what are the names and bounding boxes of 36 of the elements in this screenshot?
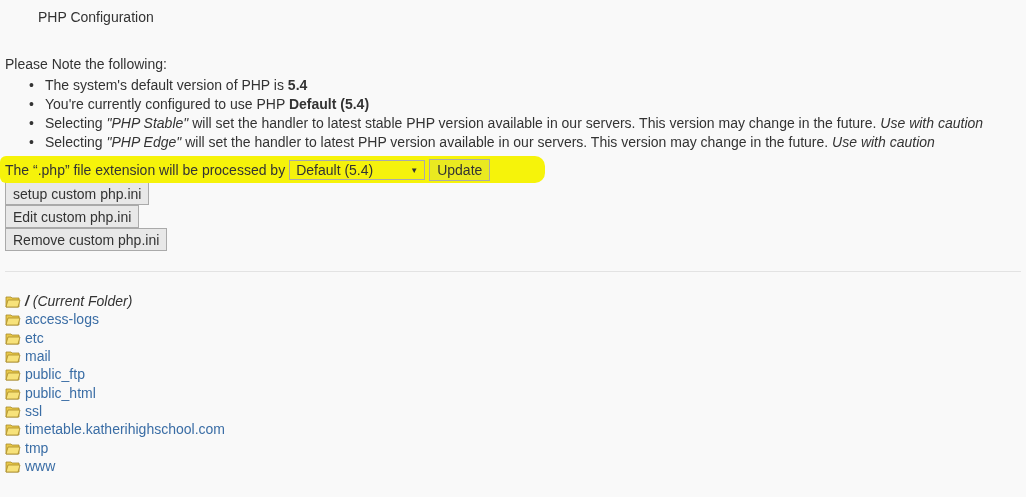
- note-item: The system's default version of PHP is 5.4: [45, 76, 308, 95]
- folder-link[interactable]: timetable.katherihighschool.com: [25, 421, 225, 438]
- note-item: You're currently configured to use PHP Default (5.4): [45, 95, 370, 114]
- bullet-mark: •: [29, 133, 35, 152]
- folder-link[interactable]: public_ftp: [25, 366, 85, 383]
- folder-icon: [5, 385, 21, 400]
- php-ini-button[interactable]: setup custom php.ini: [5, 182, 150, 205]
- folder-icon: [5, 458, 21, 473]
- folder-icon: [5, 367, 21, 382]
- folder-link[interactable]: www: [25, 457, 56, 474]
- folder-icon: [5, 403, 21, 418]
- folder-link[interactable]: etc: [25, 329, 44, 346]
- folder-icon: [5, 294, 21, 309]
- update-button[interactable]: Update: [429, 159, 491, 181]
- bullet-mark: •: [29, 95, 35, 114]
- note-item: Selecting "PHP Stable" will set the handler to latest stable PHP version available in our servers. This version may change in the future. Use with caution: [45, 114, 984, 133]
- note-heading: Please Note the following:: [5, 56, 168, 72]
- php-ini-button[interactable]: Edit custom php.ini: [5, 205, 140, 228]
- folder-link[interactable]: ssl: [25, 402, 43, 419]
- folder-icon: [5, 422, 21, 437]
- folder-link[interactable]: public_html: [25, 384, 96, 401]
- folder-link[interactable]: access-logs: [25, 311, 99, 328]
- folder-icon: [5, 440, 21, 455]
- php-ini-button[interactable]: Remove custom php.ini: [5, 228, 168, 251]
- current-folder-label: / (Current Folder): [25, 293, 133, 310]
- folder-icon: [5, 349, 21, 364]
- folder-icon: [5, 312, 21, 327]
- bullet-mark: •: [29, 76, 35, 95]
- note-item: Selecting "PHP Edge" will set the handler to latest PHP version available in our servers. This version may change in the future. Use with caution: [45, 133, 935, 152]
- folder-link[interactable]: mail: [25, 348, 51, 365]
- version-select[interactable]: Default (5.4) ▼: [289, 160, 426, 180]
- page-title: PHP Configuration: [37, 8, 155, 27]
- bullet-mark: •: [29, 114, 35, 133]
- handler-label: The “.php” file extension will be processed by: [5, 162, 286, 178]
- folder-link[interactable]: tmp: [25, 439, 49, 456]
- folder-icon: [5, 330, 21, 345]
